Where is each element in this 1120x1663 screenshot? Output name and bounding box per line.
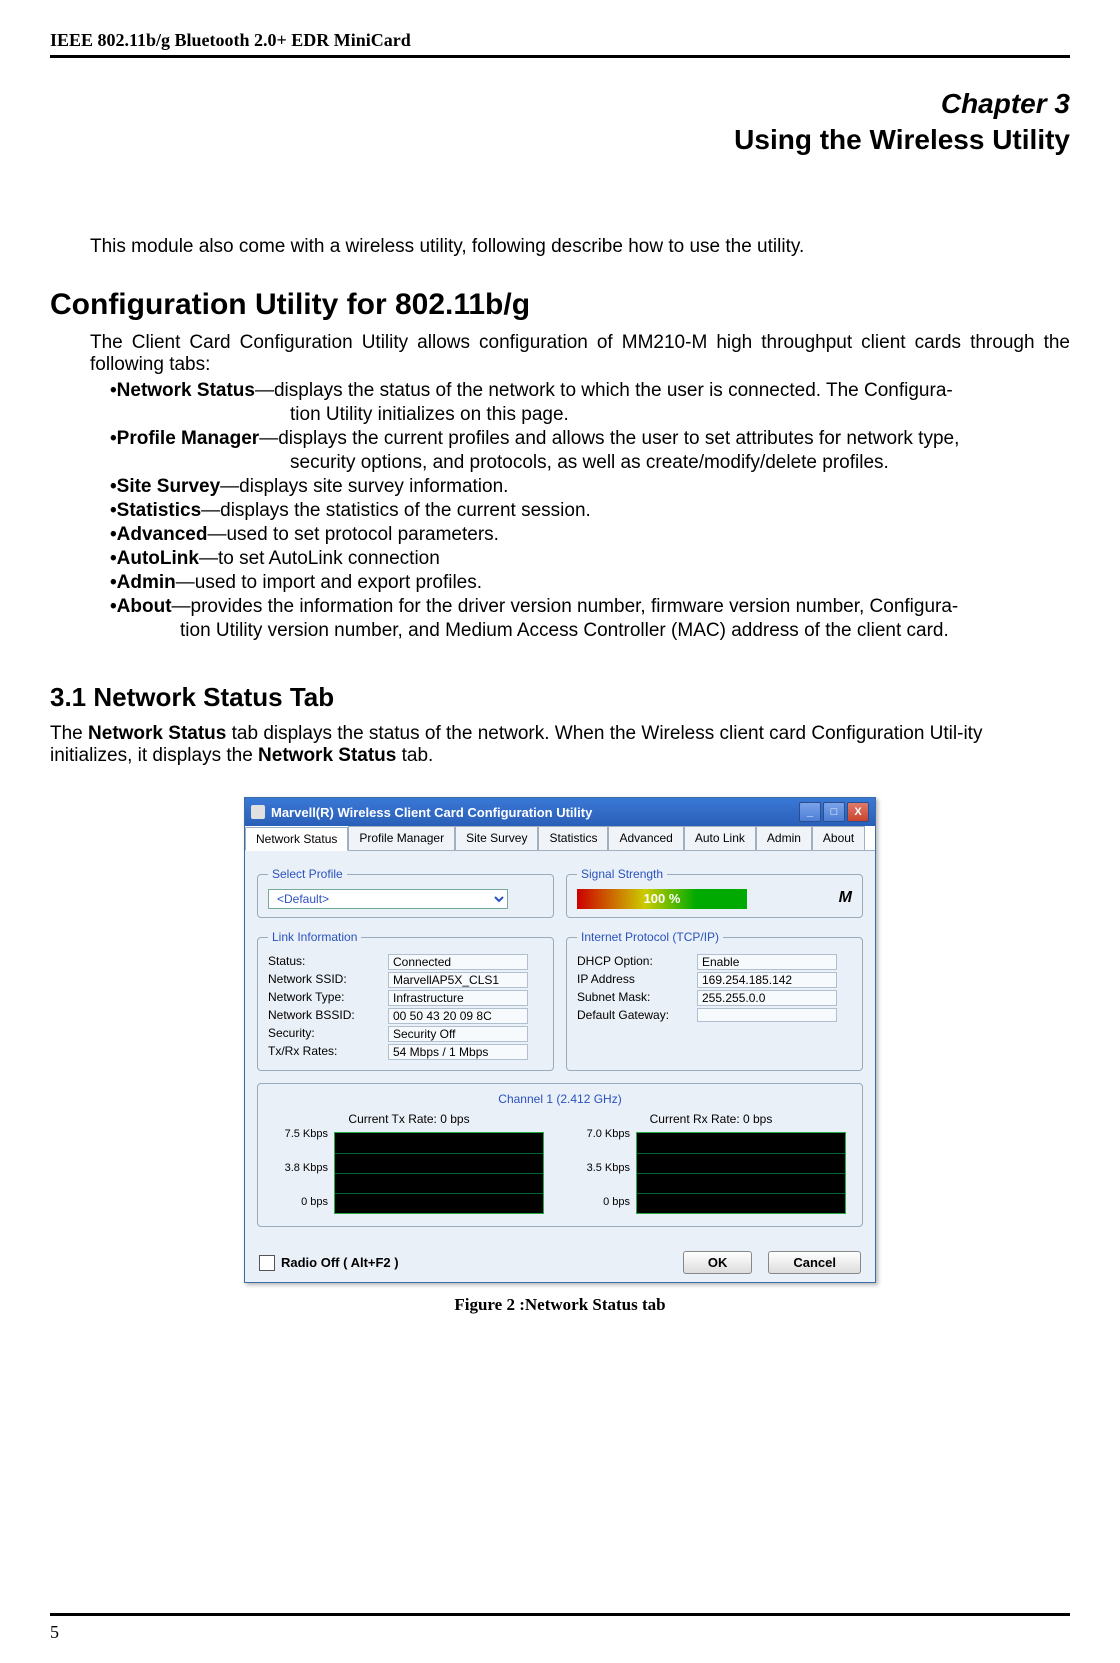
rx-ylabel-0: 7.0 Kbps	[570, 1128, 630, 1140]
checkbox-icon	[259, 1255, 275, 1271]
signal-bar: 100 %	[577, 889, 747, 909]
brand-logo-icon: M	[839, 889, 852, 907]
window-title: Marvell(R) Wireless Client Card Configur…	[271, 805, 592, 820]
chapter-title: Using the Wireless Utility	[50, 124, 1070, 156]
tab-admin[interactable]: Admin	[756, 826, 812, 850]
section-31-title: 3.1 Network Status Tab	[50, 682, 1070, 713]
mask-label: Subnet Mask:	[577, 990, 697, 1006]
link-rate-label: Tx/Rx Rates:	[268, 1044, 388, 1060]
bullet-network-status: •Network Status —displays the status of …	[110, 380, 1070, 402]
section-config-title: Configuration Utility for 802.11b/g	[50, 288, 1070, 322]
bullet-autolink: •AutoLink —to set AutoLink connection	[110, 548, 1070, 570]
bullet-network-status-cont: tion Utility initializes on this page.	[290, 404, 1070, 426]
bullet-profile-manager: •Profile Manager —displays the current p…	[110, 428, 1070, 450]
bullet-admin: •Admin —used to import and export profil…	[110, 572, 1070, 594]
select-profile-legend: Select Profile	[268, 867, 347, 881]
doc-header: IEEE 802.11b/g Bluetooth 2.0+ EDR MiniCa…	[50, 30, 1070, 58]
tab-statistics[interactable]: Statistics	[538, 826, 608, 850]
tab-auto-link[interactable]: Auto Link	[684, 826, 756, 850]
tab-site-survey[interactable]: Site Survey	[455, 826, 538, 850]
link-information-legend: Link Information	[268, 930, 361, 944]
tab-strip: Network Status Profile Manager Site Surv…	[245, 826, 875, 851]
app-icon	[251, 805, 265, 819]
page-number: 5	[50, 1622, 59, 1642]
link-bssid-value: 00 50 43 20 09 8C	[388, 1008, 528, 1024]
tab-about[interactable]: About	[812, 826, 865, 850]
link-security-value: Security Off	[388, 1026, 528, 1042]
link-ssid-label: Network SSID:	[268, 972, 388, 988]
dhcp-label: DHCP Option:	[577, 954, 697, 970]
signal-strength-group: Signal Strength 100 % M	[566, 867, 863, 918]
maximize-button[interactable]: □	[823, 802, 845, 822]
ok-button[interactable]: OK	[683, 1251, 753, 1274]
ip-group: Internet Protocol (TCP/IP) DHCP Option:E…	[566, 930, 863, 1071]
window-titlebar[interactable]: Marvell(R) Wireless Client Card Configur…	[245, 798, 875, 826]
mask-value: 255.255.0.0	[697, 990, 837, 1006]
rx-rate-title: Current Rx Rate: 0 bps	[570, 1112, 852, 1126]
signal-strength-legend: Signal Strength	[577, 867, 667, 881]
profile-select[interactable]: <Default>	[268, 889, 508, 909]
cancel-button[interactable]: Cancel	[768, 1251, 861, 1274]
bullet-advanced: •Advanced —used to set protocol paramete…	[110, 524, 1070, 546]
bullet-about: •About —provides the information for the…	[110, 596, 1070, 618]
gw-value	[697, 1008, 837, 1022]
rx-graph	[636, 1132, 846, 1214]
section-31-text: The Network Status tab displays the stat…	[50, 723, 1070, 767]
rx-ylabel-2: 0 bps	[570, 1196, 630, 1208]
tx-rate-title: Current Tx Rate: 0 bps	[268, 1112, 550, 1126]
tx-ylabel-1: 3.8 Kbps	[268, 1162, 328, 1174]
tx-ylabel-2: 0 bps	[268, 1196, 328, 1208]
tx-ylabel-0: 7.5 Kbps	[268, 1128, 328, 1140]
tab-profile-manager[interactable]: Profile Manager	[348, 826, 455, 850]
channel-label: Channel 1 (2.412 GHz)	[268, 1092, 852, 1106]
gw-label: Default Gateway:	[577, 1008, 697, 1022]
intro-text: This module also come with a wireless ut…	[90, 236, 1070, 258]
bullet-profile-manager-cont: security options, and protocols, as well…	[290, 452, 1070, 474]
ip-legend: Internet Protocol (TCP/IP)	[577, 930, 723, 944]
bullet-site-survey: •Site Survey —displays site survey infor…	[110, 476, 1070, 498]
tx-graph	[334, 1132, 544, 1214]
link-information-group: Link Information Status:Connected Networ…	[257, 930, 554, 1071]
minimize-button[interactable]: _	[799, 802, 821, 822]
select-profile-group: Select Profile <Default>	[257, 867, 554, 918]
ip-value: 169.254.185.142	[697, 972, 837, 988]
figure-caption: Figure 2 :Network Status tab	[50, 1295, 1070, 1315]
link-status-value: Connected	[388, 954, 528, 970]
link-ssid-value: MarvellAP5X_CLS1	[388, 972, 528, 988]
radio-off-checkbox[interactable]: Radio Off ( Alt+F2 )	[259, 1255, 399, 1271]
bullet-statistics: •Statistics —displays the statistics of …	[110, 500, 1070, 522]
link-type-label: Network Type:	[268, 990, 388, 1006]
bullet-about-cont: tion Utility version number, and Medium …	[180, 620, 1070, 642]
link-rate-value: 54 Mbps / 1 Mbps	[388, 1044, 528, 1060]
channel-rates-group: Channel 1 (2.412 GHz) Current Tx Rate: 0…	[257, 1083, 863, 1227]
tab-network-status[interactable]: Network Status	[245, 827, 348, 851]
config-utility-window: Marvell(R) Wireless Client Card Configur…	[244, 797, 876, 1283]
link-status-label: Status:	[268, 954, 388, 970]
link-security-label: Security:	[268, 1026, 388, 1042]
ip-label: IP Address	[577, 972, 697, 988]
chapter-label: Chapter 3	[50, 88, 1070, 120]
close-button[interactable]: X	[847, 802, 869, 822]
radio-off-label: Radio Off ( Alt+F2 )	[281, 1255, 399, 1270]
link-type-value: Infrastructure	[388, 990, 528, 1006]
link-bssid-label: Network BSSID:	[268, 1008, 388, 1024]
rx-ylabel-1: 3.5 Kbps	[570, 1162, 630, 1174]
dhcp-value: Enable	[697, 954, 837, 970]
tab-advanced[interactable]: Advanced	[608, 826, 683, 850]
config-intro: The Client Card Configuration Utility al…	[90, 332, 1070, 376]
